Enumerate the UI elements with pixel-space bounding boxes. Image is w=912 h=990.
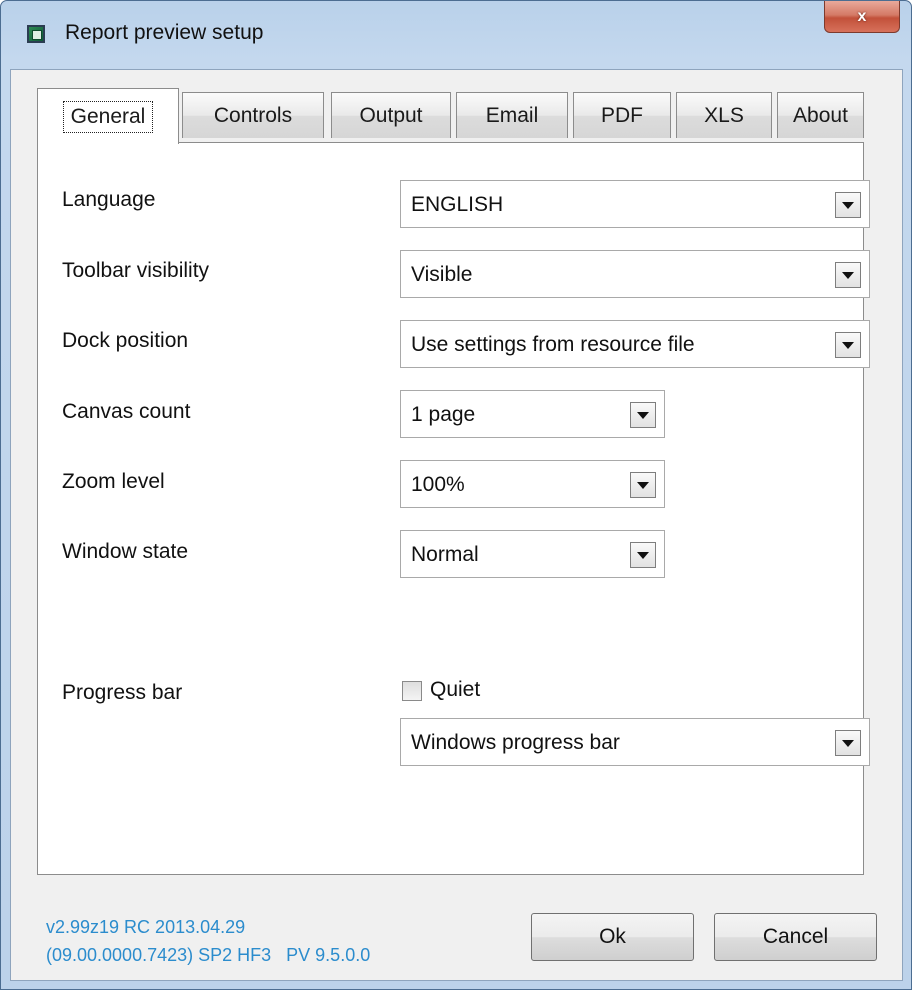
tab-controls[interactable]: Controls — [182, 92, 324, 138]
quiet-checkbox-label[interactable]: Quiet — [430, 678, 480, 702]
quiet-checkbox[interactable] — [402, 681, 422, 701]
tab-about[interactable]: About — [777, 92, 864, 138]
tab-output[interactable]: Output — [331, 92, 451, 138]
window-state-label: Window state — [62, 540, 189, 563]
tab-general[interactable]: General — [37, 88, 179, 144]
window-title: Report preview setup — [65, 21, 264, 44]
toolbar-visibility-dropdown[interactable]: Visible — [400, 250, 870, 298]
zoom-level-dropdown[interactable]: 100% — [400, 460, 665, 508]
chevron-down-icon[interactable] — [835, 332, 861, 358]
chevron-down-icon[interactable] — [835, 262, 861, 288]
window-state-value: Normal — [411, 543, 479, 566]
tab-label: Output — [359, 103, 423, 127]
zoom-level-value: 100% — [411, 473, 465, 496]
ok-button-label: Ok — [599, 925, 626, 948]
tab-xls[interactable]: XLS — [676, 92, 772, 138]
language-value: ENGLISH — [411, 193, 504, 216]
tab-label: Email — [485, 103, 539, 127]
canvas-count-label: Canvas count — [62, 400, 191, 423]
app-icon — [27, 25, 45, 43]
tab-label: General — [62, 100, 154, 133]
chevron-down-icon[interactable] — [630, 472, 656, 498]
version-text: v2.99z19 RC 2013.04.29 — [46, 917, 246, 937]
language-dropdown[interactable]: ENGLISH — [400, 180, 870, 228]
dock-position-label: Dock position — [62, 329, 189, 352]
chevron-down-icon[interactable] — [630, 402, 656, 428]
chevron-down-icon[interactable] — [630, 542, 656, 568]
tab-label: XLS — [704, 103, 744, 127]
build-info-text: (09.00.0000.7423) SP2 HF3 PV 9.5.0.0 — [46, 945, 371, 965]
canvas-count-value: 1 page — [411, 403, 476, 426]
cancel-button[interactable]: Cancel — [714, 913, 877, 961]
title-bar[interactable]: Report preview setup x — [1, 1, 911, 69]
chevron-down-icon[interactable] — [835, 192, 861, 218]
dock-position-value: Use settings from resource file — [411, 333, 695, 356]
tab-email[interactable]: Email — [456, 92, 568, 138]
toolbar-visibility-value: Visible — [411, 263, 473, 286]
ok-button[interactable]: Ok — [531, 913, 694, 961]
canvas-count-dropdown[interactable]: 1 page — [400, 390, 665, 438]
tab-pdf[interactable]: PDF — [573, 92, 671, 138]
close-icon: x — [857, 7, 867, 25]
window-state-dropdown[interactable]: Normal — [400, 530, 665, 578]
progress-bar-dropdown[interactable]: Windows progress bar — [400, 718, 870, 766]
language-label: Language — [62, 188, 156, 211]
dock-position-dropdown[interactable]: Use settings from resource file — [400, 320, 870, 368]
chevron-down-icon[interactable] — [835, 730, 861, 756]
cancel-button-label: Cancel — [762, 925, 829, 948]
tab-label: PDF — [601, 103, 643, 127]
tab-label: About — [793, 103, 848, 127]
zoom-level-label: Zoom level — [62, 470, 165, 493]
toolbar-visibility-label: Toolbar visibility — [62, 259, 210, 282]
progress-bar-value: Windows progress bar — [411, 731, 620, 754]
tab-label: Controls — [213, 103, 293, 127]
close-button[interactable]: x — [824, 1, 900, 33]
progress-bar-label: Progress bar — [62, 681, 183, 704]
